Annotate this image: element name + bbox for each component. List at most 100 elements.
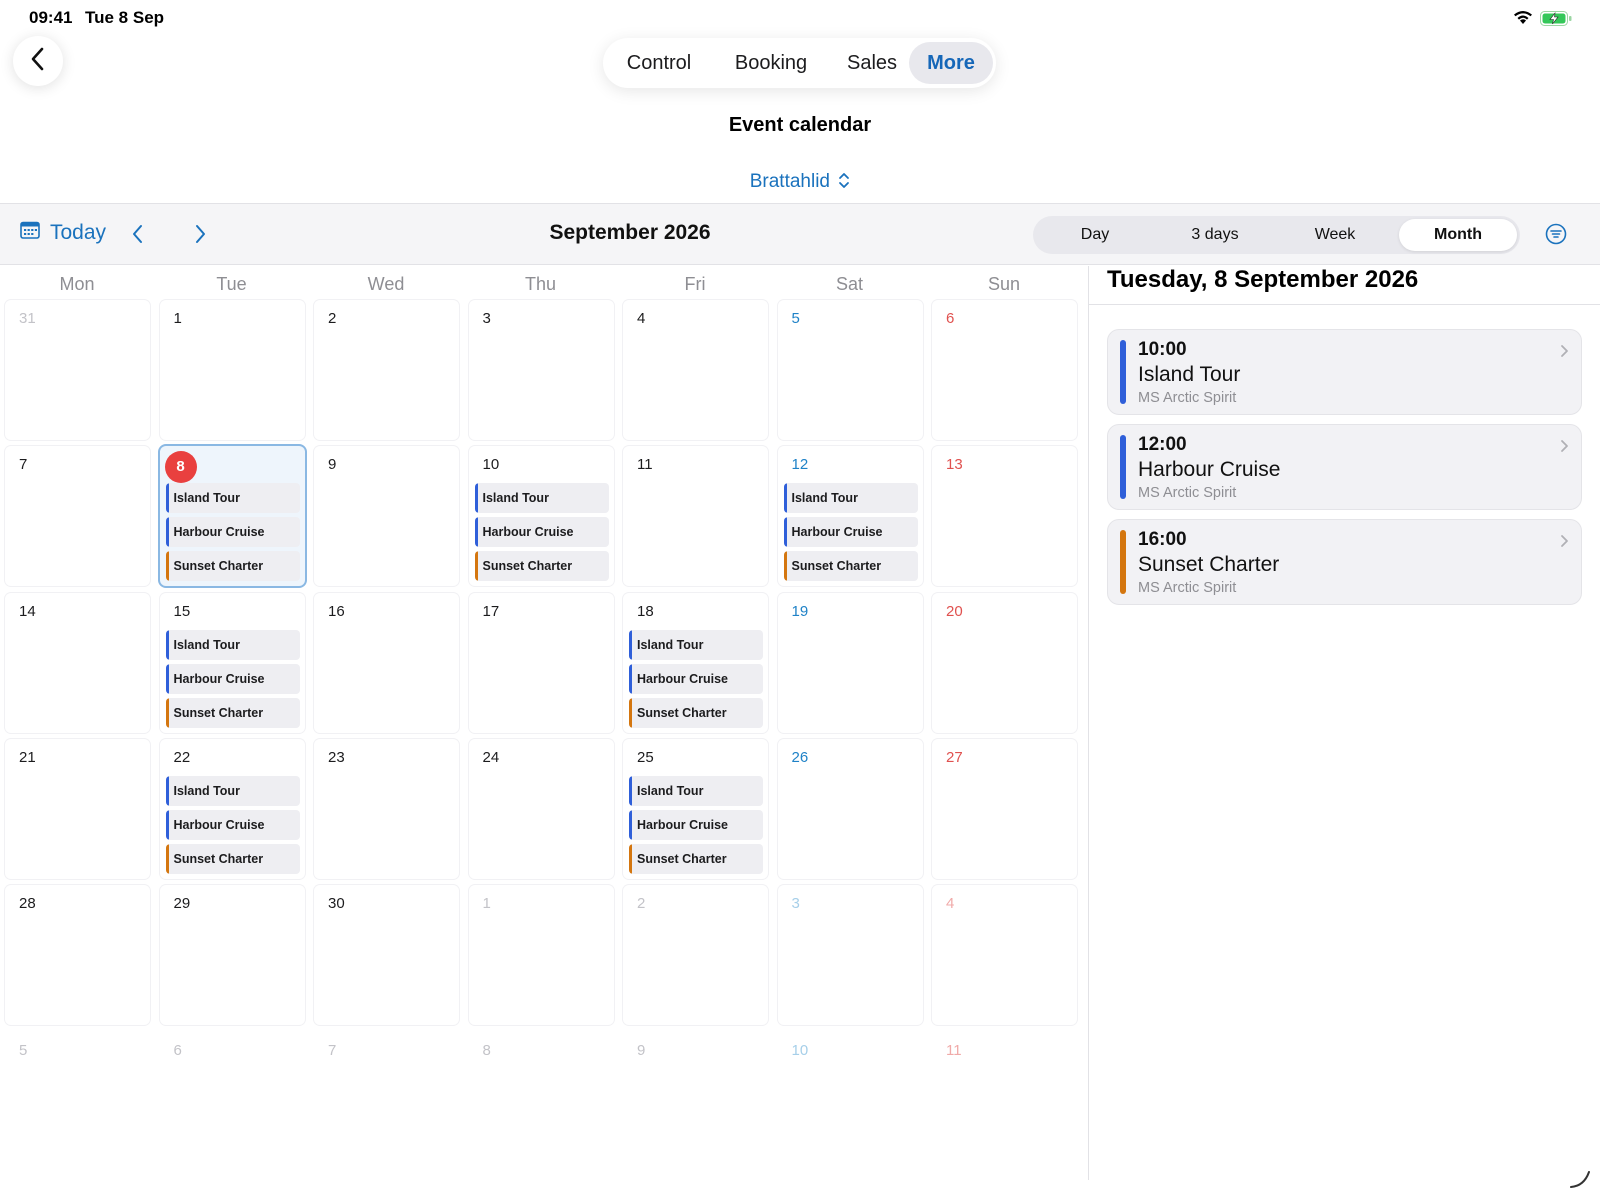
day-number: 11 [637,456,653,474]
back-button[interactable] [13,36,63,86]
day-cell[interactable]: 18 Island Tour Harbour Cruise Sunset Charte… [623,592,768,733]
day-cell[interactable]: 30 [314,885,459,1026]
event-chip[interactable]: Harbour Cruise [629,663,763,694]
month-label: September 2026 [549,221,711,244]
day-cell[interactable]: 14 [5,592,150,733]
day-cell[interactable]: 3 [777,885,923,1026]
event-chip[interactable]: Harbour Cruise [165,663,300,694]
event-chip[interactable]: Sunset Charter [165,843,300,874]
day-cell[interactable]: 1 [159,300,305,440]
calendar-icon [20,221,40,245]
day-cell[interactable]: 8 Island Tour Harbour Cruise Sunset Charter [159,446,305,587]
chevron-right-icon [1560,439,1569,458]
tab-sales[interactable]: Sales [833,42,911,84]
event-chip[interactable]: Island Tour [629,775,763,806]
event-chip[interactable]: Island Tour [474,483,609,514]
day-cell[interactable]: 26 [777,738,923,879]
previous-month-button[interactable] [132,224,144,249]
day-cell[interactable]: 11 [623,446,768,587]
event-chip[interactable]: Sunset Charter [783,551,918,582]
filter-button[interactable] [1545,223,1567,250]
event-card[interactable]: 16:00 Sunset Charter MS Arctic Spirit [1107,519,1582,605]
tab-booking[interactable]: Booking [715,42,827,84]
day-number: 24 [482,748,500,766]
day-cell[interactable]: 4 [932,885,1077,1026]
day-cell[interactable]: 23 [314,738,459,879]
day-number: 19 [791,602,809,620]
day-cell[interactable]: 12 Island Tour Harbour Cruise Sunset Charte… [777,446,923,587]
day-cell[interactable]: 24 [468,738,614,879]
chevron-right-icon [194,225,206,248]
event-chip[interactable]: Harbour Cruise [165,517,300,548]
day-cell[interactable]: 2 [314,300,459,440]
event-color-bar [1120,340,1126,404]
day-cell[interactable]: 13 [932,446,1077,587]
day-cell[interactable]: 9 [623,1031,768,1172]
event-card[interactable]: 12:00 Harbour Cruise MS Arctic Spirit [1107,424,1582,510]
day-cell[interactable]: 31 [5,300,150,440]
event-chip[interactable]: Harbour Cruise [783,517,918,548]
day-cell[interactable]: 5 [5,1031,150,1172]
event-chip[interactable]: Harbour Cruise [629,809,763,840]
event-chip[interactable]: Island Tour [783,483,918,514]
event-card[interactable]: 10:00 Island Tour MS Arctic Spirit [1107,329,1582,415]
event-chip[interactable]: Sunset Charter [629,843,763,874]
day-cell[interactable]: 1 [468,885,614,1026]
day-cell[interactable]: 21 [5,738,150,879]
day-cell[interactable]: 7 [5,446,150,587]
day-cell[interactable]: 3 [468,300,614,440]
day-cell[interactable]: 6 [932,300,1077,440]
event-chip[interactable]: Island Tour [629,629,763,660]
day-cell[interactable]: 19 [777,592,923,733]
day-number: 1 [173,310,182,327]
day-cell[interactable]: 4 [623,300,768,440]
day-cell[interactable]: 27 [932,738,1077,879]
view-day[interactable]: Day [1036,219,1154,251]
event-chip[interactable]: Sunset Charter [165,697,300,728]
day-cell[interactable]: 29 [159,885,305,1026]
location-picker[interactable]: Brattahlid [700,171,900,193]
event-chip[interactable]: Island Tour [165,629,300,660]
day-cell[interactable]: 2 [623,885,768,1026]
tab-more[interactable]: More [909,42,993,84]
weekday-header: Sat [835,274,864,294]
event-chip[interactable]: Island Tour [165,775,300,806]
event-chip[interactable]: Island Tour [165,483,300,514]
event-time: 10:00 [1138,339,1187,360]
day-number: 2 [637,895,646,913]
day-cell[interactable]: 10 [777,1031,923,1172]
view-month[interactable]: Month [1399,219,1517,251]
day-cell[interactable]: 7 [314,1031,459,1172]
view-3-days[interactable]: 3 days [1156,219,1274,251]
day-cell[interactable]: 15 Island Tour Harbour Cruise Sunset Charte… [159,592,305,733]
tab-control[interactable]: Control [609,42,709,84]
today-button[interactable]: Today [20,221,106,245]
event-chip[interactable]: Sunset Charter [474,551,609,582]
day-cell[interactable]: 25 Island Tour Harbour Cruise Sunset Charte… [623,738,768,879]
day-number: 5 [791,310,800,327]
day-cell[interactable]: 17 [468,592,614,733]
day-number: 6 [173,1041,182,1059]
day-cell[interactable]: 6 [159,1031,305,1172]
day-cell[interactable]: 10 Island Tour Harbour Cruise Sunset Charte… [468,446,614,587]
day-cell[interactable]: 9 [314,446,459,587]
day-cell[interactable]: 28 [5,885,150,1026]
event-chip[interactable]: Sunset Charter [629,697,763,728]
event-chip[interactable]: Harbour Cruise [474,517,609,548]
view-week[interactable]: Week [1276,219,1394,251]
day-cell[interactable]: 16 [314,592,459,733]
day-cell[interactable]: 20 [932,592,1077,733]
day-cell[interactable]: 8 [468,1031,614,1172]
event-chip[interactable]: Sunset Charter [165,551,300,582]
day-cell[interactable]: 11 [932,1031,1077,1172]
day-number: 10 [791,1041,809,1059]
day-cell[interactable]: 22 Island Tour Harbour Cruise Sunset Charte… [159,738,305,879]
event-name: Harbour Cruise [1138,458,1281,481]
event-chip[interactable]: Harbour Cruise [165,809,300,840]
day-number: 6 [946,310,955,327]
top-tab-bar: Control Booking Sales More [603,38,996,88]
day-cell[interactable]: 5 [777,300,923,440]
day-number: 5 [19,1041,28,1059]
resize-handle-icon [1568,1166,1592,1195]
next-month-button[interactable] [194,224,206,249]
